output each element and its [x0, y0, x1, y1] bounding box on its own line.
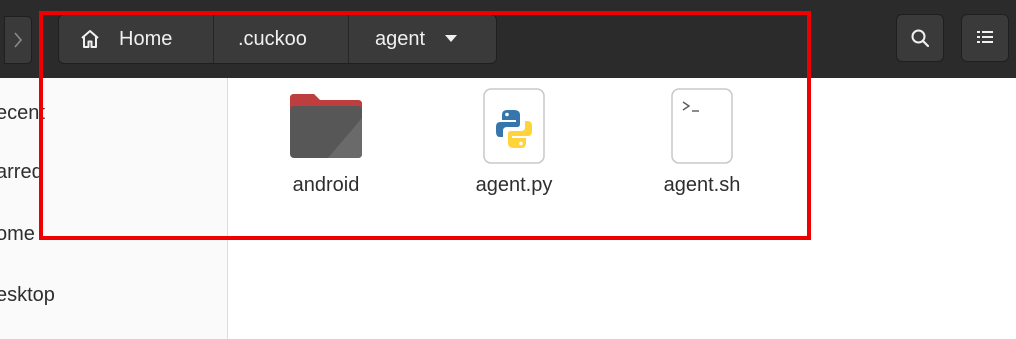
sidebar: ecent arred ome esktop	[0, 78, 228, 339]
file-item-android[interactable]: android	[256, 88, 396, 197]
search-button[interactable]	[896, 14, 944, 62]
chevron-right-icon	[14, 32, 23, 48]
python-file-icon	[483, 88, 545, 164]
sidebar-item-starred[interactable]: arred	[0, 152, 43, 192]
home-icon	[79, 29, 101, 49]
file-name: agent.sh	[663, 174, 741, 196]
breadcrumb-agent[interactable]: agent	[349, 15, 496, 63]
shell-script-icon	[671, 88, 733, 164]
breadcrumb-label: .cuckoo	[238, 27, 307, 50]
breadcrumb-cuckoo[interactable]: .cuckoo	[214, 15, 349, 63]
breadcrumb-label: agent	[375, 27, 426, 50]
file-name: agent.py	[475, 174, 553, 196]
sidebar-item-home[interactable]: ome	[0, 214, 35, 254]
breadcrumb-home[interactable]: Home	[59, 15, 214, 63]
sidebar-item-recent[interactable]: ecent	[0, 93, 45, 133]
file-manager-window: Home .cuckoo agent ecent arred me esktop…	[0, 0, 1016, 339]
file-item-agent-sh[interactable]: agent.sh	[632, 88, 772, 197]
sidebar-item-label: arred	[0, 160, 43, 183]
path-bar: Home .cuckoo agent	[58, 14, 497, 64]
file-view: android agent.py agent.sh	[229, 78, 1016, 339]
list-view-icon	[977, 31, 993, 43]
header-bar: Home .cuckoo agent	[0, 0, 1016, 78]
sidebar-item-desktop[interactable]: esktop	[0, 275, 55, 315]
file-name: android	[292, 174, 360, 196]
forward-button[interactable]	[4, 16, 32, 64]
sidebar-item-label: ecent	[0, 101, 45, 124]
sidebar-item-label: ome	[0, 222, 35, 245]
sidebar-item-label: esktop	[0, 283, 55, 306]
view-options-button[interactable]	[961, 14, 1009, 62]
search-icon	[911, 29, 930, 48]
folder-icon	[288, 88, 364, 164]
breadcrumb-label: Home	[119, 27, 173, 50]
chevron-down-icon[interactable]	[445, 35, 458, 43]
file-item-agent-py[interactable]: agent.py	[444, 88, 584, 197]
